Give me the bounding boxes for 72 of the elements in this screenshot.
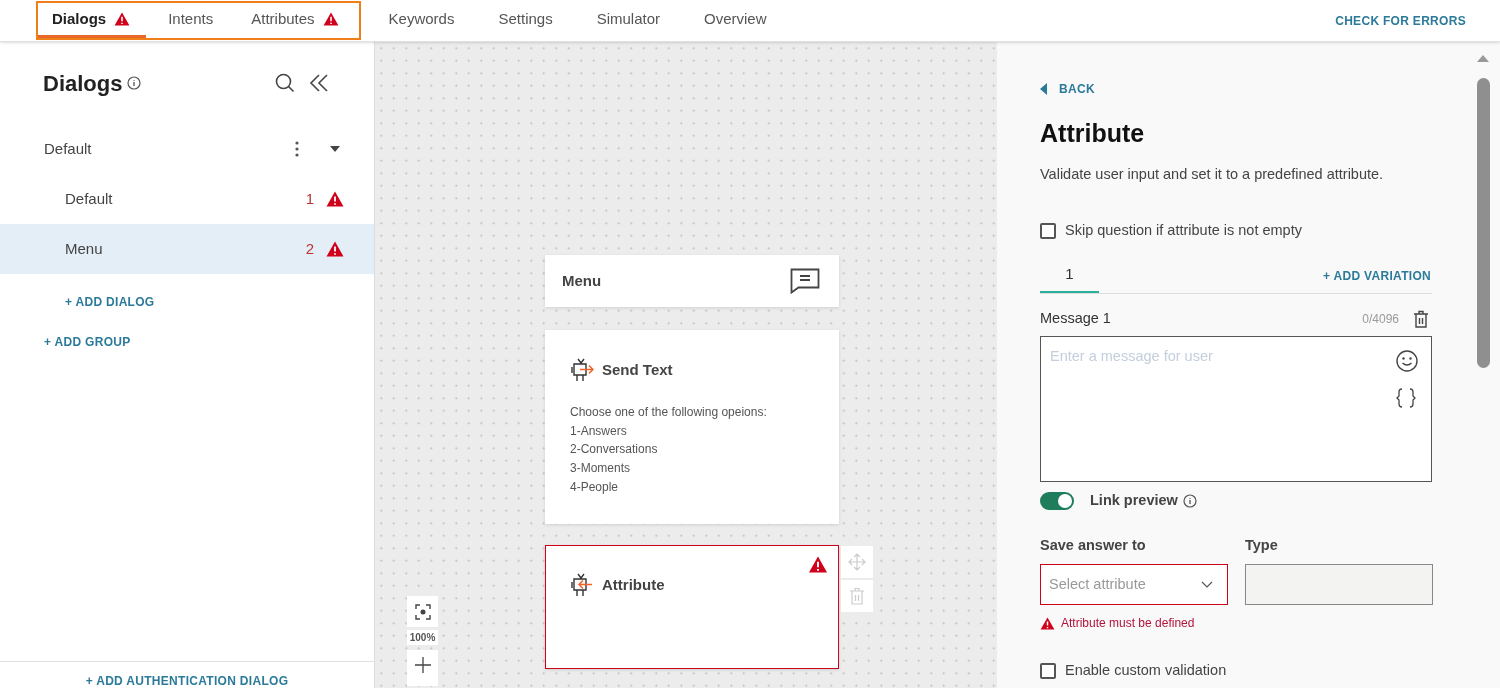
link-preview-label: Link preview — [1090, 490, 1178, 510]
character-counter: 0/4096 — [1362, 310, 1399, 328]
warning-icon — [322, 12, 339, 26]
add-authentication-dialog-link[interactable]: + ADD AUTHENTICATION DIALOG — [85, 674, 289, 688]
trash-icon — [849, 587, 865, 605]
group-row[interactable]: Default — [0, 124, 374, 174]
search-icon[interactable] — [275, 73, 295, 93]
fit-view-button[interactable] — [407, 596, 438, 627]
braces-icon[interactable] — [1396, 387, 1416, 408]
robot-icon — [570, 572, 594, 598]
robot-icon — [570, 357, 594, 383]
trash-icon[interactable] — [1413, 309, 1429, 328]
panel-title: Attribute — [1040, 118, 1146, 149]
node-title: Menu — [562, 270, 603, 291]
scrollbar-thumb[interactable] — [1477, 78, 1490, 368]
checkbox-row[interactable]: Enable custom validation — [1040, 660, 1432, 682]
message-line: 4-People — [570, 478, 620, 496]
add-group-link[interactable]: + ADD GROUP — [44, 333, 131, 351]
focus-icon — [414, 603, 431, 620]
back-triangle-icon — [1040, 83, 1047, 95]
nav-tab[interactable]: Dialogs — [38, 3, 147, 38]
nav-tab[interactable]: Overview — [688, 0, 783, 41]
dialog-item[interactable]: Menu 2 — [0, 224, 374, 274]
warning-icon — [114, 12, 131, 26]
message-field[interactable]: Enter a message for user — [1040, 335, 1432, 482]
node-card[interactable]: Attribute — [545, 545, 839, 669]
warning-icon — [808, 556, 828, 573]
nav-tab[interactable]: Intents — [152, 3, 230, 38]
nav-tab[interactable]: Attributes — [235, 3, 355, 38]
nav-tab[interactable]: Simulator — [580, 0, 676, 41]
zoom-level: 100% — [407, 630, 438, 645]
check-for-errors-button[interactable]: CHECK FOR ERRORS — [1335, 11, 1466, 30]
node-title: Attribute — [602, 574, 665, 595]
nav-tab[interactable]: Settings — [482, 0, 569, 41]
checkbox[interactable] — [1040, 663, 1056, 680]
zoom-in-button[interactable] — [407, 650, 438, 686]
warning-icon — [326, 191, 344, 207]
plus-icon — [414, 657, 431, 673]
panel-description: Validate user input and set it to a predefined attribute. — [1040, 164, 1385, 184]
info-icon — [1182, 493, 1197, 508]
node-card[interactable]: Send Text Choose one of the following opeions: 1-Answers 2-Conversations 3-Moments 4-People — [545, 330, 839, 524]
message-line: 3-Moments — [570, 460, 632, 478]
chevron-down-icon — [1201, 581, 1213, 589]
delete-node-button[interactable] — [841, 580, 873, 612]
message-line: 2-Conversations — [570, 441, 659, 459]
more-icon[interactable] — [295, 141, 299, 157]
add-dialog-link[interactable]: + ADD DIALOG — [65, 293, 155, 311]
link-preview-toggle[interactable] — [1040, 491, 1074, 510]
chat-bubble-icon — [790, 268, 820, 294]
scroll-up-icon[interactable] — [1477, 54, 1489, 62]
node-title: Send Text — [602, 359, 673, 380]
collapse-icon[interactable] — [309, 73, 329, 93]
error-message: Attribute must be defined — [1061, 615, 1195, 633]
message-label: Message 1 — [1040, 309, 1112, 328]
type-label: Type — [1245, 535, 1279, 555]
back-link[interactable]: BACK — [1040, 80, 1095, 98]
save-answer-label: Save answer to — [1040, 535, 1147, 555]
nav-tab[interactable]: Keywords — [372, 0, 471, 41]
sidebar-title: Dialogs — [43, 69, 123, 98]
warning-icon — [326, 241, 344, 257]
checkbox[interactable] — [1040, 223, 1056, 240]
info-icon — [127, 76, 142, 90]
emoji-icon[interactable] — [1396, 349, 1418, 372]
caret-icon[interactable] — [330, 146, 340, 152]
add-variation-link[interactable]: + ADD VARIATION — [1323, 258, 1432, 293]
variation-tab[interactable]: 1 — [1040, 258, 1099, 293]
checkbox-row[interactable]: Skip question if attribute is not empty — [1040, 220, 1432, 242]
node-card[interactable]: Menu — [545, 255, 839, 307]
move-arrows-icon — [848, 553, 866, 571]
message-line: 1-Answers — [570, 422, 628, 440]
warning-icon — [1040, 616, 1055, 630]
message-line: Choose one of the following opeions: — [570, 404, 768, 421]
